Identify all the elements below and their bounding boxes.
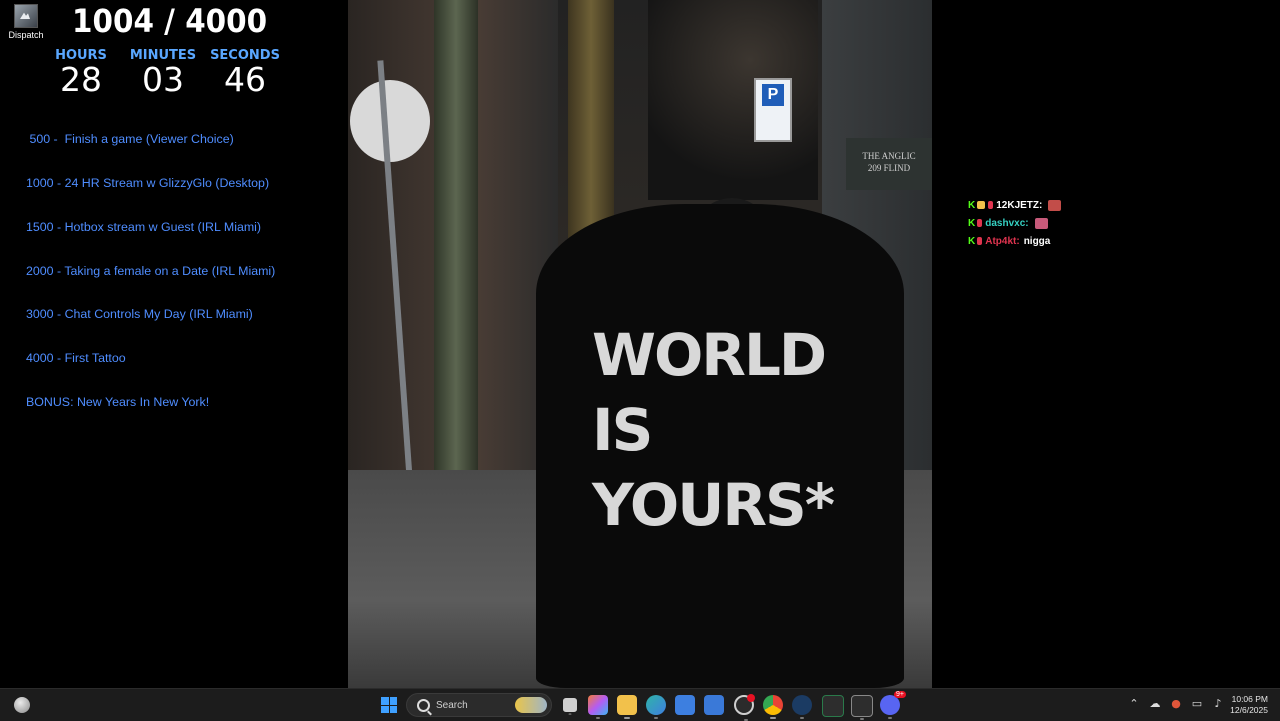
building-sign-line: THE ANGLIC — [862, 151, 916, 161]
sub-badge-icon — [977, 219, 983, 227]
timer-hours: HOURS 28 — [40, 48, 122, 97]
task-view-icon[interactable] — [563, 698, 577, 715]
parking-icon: P — [762, 84, 784, 106]
goal-item: 2000 - Taking a female on a Date (IRL Mi… — [26, 263, 276, 278]
sub-badge-icon — [988, 201, 994, 209]
chat-message: K dashvxc: — [968, 214, 1061, 232]
clock-date: 12/6/2025 — [1230, 705, 1268, 715]
building-sign-line: 209 FLIND — [867, 163, 911, 173]
search-icon — [417, 698, 430, 712]
kick-icon: K — [968, 217, 976, 229]
chat-username: 12KJETZ: — [996, 199, 1043, 211]
volume-icon[interactable]: ♪ — [1212, 698, 1224, 710]
goal-item: 500 - Finish a game (Viewer Choice) — [26, 132, 234, 147]
edge-icon[interactable] — [646, 695, 666, 719]
discord-icon[interactable]: 9+ — [880, 691, 906, 719]
network-icon[interactable]: ▭ — [1191, 698, 1203, 710]
steam-icon[interactable] — [792, 695, 812, 719]
kick-icon: K — [968, 235, 976, 247]
building-sign: THE ANGLIC 209 FLIND — [846, 138, 932, 190]
chat-message: K 12KJETZ: — [968, 196, 1062, 214]
chat-username: dashvxc: — [985, 217, 1029, 229]
timer-seconds-value: 46 — [224, 60, 266, 99]
hoodie-print-line: WORLD — [592, 321, 827, 389]
dispatch-app-icon — [14, 4, 38, 28]
goal-item: 3000 - Chat Controls My Day (IRL Miami) — [26, 307, 253, 322]
microphone-icon[interactable]: ● — [1170, 698, 1182, 710]
goal-list: 500 - Finish a game (Viewer Choice) 1000… — [26, 103, 275, 424]
windows-logo-icon — [389, 697, 397, 705]
timer-minutes-value: 03 — [142, 60, 184, 99]
stream-video: P THE ANGLIC 209 FLIND WORLD IS YOURS* — [348, 0, 932, 688]
start-button[interactable] — [381, 697, 397, 713]
desktop-icon-label: Dispatch — [8, 30, 44, 40]
sub-badge-icon — [977, 237, 983, 245]
goal-item: 1500 - Hotbox stream w Guest (IRL Miami) — [26, 219, 262, 234]
emote-icon — [1034, 217, 1048, 229]
goal-item: 1000 - 24 HR Stream w GlizzyGlo (Desktop… — [26, 175, 270, 190]
store-icon[interactable] — [675, 695, 695, 715]
onedrive-icon[interactable]: ☁ — [1149, 698, 1161, 710]
chat-username: Atp4kt: — [985, 235, 1020, 247]
desktop-icon-dispatch[interactable]: Dispatch — [6, 4, 46, 40]
discord-badge: 9+ — [894, 691, 906, 698]
tree-trunk — [434, 0, 478, 500]
chat-text: nigga — [1023, 235, 1051, 247]
windows-logo-icon — [381, 705, 389, 713]
notification-dot — [747, 694, 755, 702]
epic-games-icon[interactable] — [851, 695, 873, 720]
windows-logo-icon — [389, 705, 397, 713]
timer-hours-value: 28 — [60, 60, 102, 99]
parking-sign: P — [754, 78, 792, 142]
taskbar-clock[interactable]: 10:06 PM 12/6/2025 — [1230, 694, 1268, 716]
hoodie-print-line: IS — [592, 396, 653, 464]
system-tray: ⌃ ☁ ● ▭ ♪ — [1128, 698, 1224, 710]
chevron-up-icon[interactable]: ⌃ — [1128, 698, 1140, 710]
timer-minutes: MINUTES 03 — [122, 48, 204, 97]
hoodie-print-line: YOURS* — [592, 471, 835, 539]
xbox-icon[interactable] — [822, 695, 844, 717]
copilot-icon[interactable] — [588, 695, 608, 719]
chrome-icon[interactable] — [763, 695, 783, 719]
round-street-sign — [350, 80, 430, 162]
chat-overlay: K 12KJETZ: K dashvxc: K Atp4kt: nigga — [968, 196, 1062, 250]
goal-item: 4000 - First Tattoo — [26, 351, 126, 366]
taskbar-search[interactable]: Search — [406, 693, 552, 717]
mail-icon[interactable] — [704, 695, 724, 715]
clock-time: 10:06 PM — [1231, 694, 1268, 704]
taskbar: Search 9+ ⌃ ☁ ● ▭ ♪ 10:06 PM 12/6/2025 — [0, 688, 1280, 721]
search-highlight-icon — [515, 697, 547, 713]
emote-icon — [1048, 199, 1062, 211]
crown-badge-icon — [977, 201, 986, 209]
night-sky — [648, 0, 818, 200]
search-placeholder: Search — [436, 699, 468, 711]
file-explorer-icon[interactable] — [617, 695, 637, 719]
clock-app-icon[interactable] — [734, 694, 755, 721]
timer-seconds: SECONDS 46 — [204, 48, 286, 97]
chat-message: K Atp4kt: nigga — [968, 232, 1061, 250]
goal-counter: 1004 / 4000 — [72, 2, 268, 40]
goal-item: BONUS: New Years In New York! — [26, 394, 210, 409]
widgets-icon[interactable] — [14, 697, 30, 713]
windows-logo-icon — [381, 697, 389, 705]
hoodie-print: WORLD IS YOURS* — [592, 318, 852, 543]
kick-icon: K — [968, 199, 976, 211]
stream-timer: HOURS 28 MINUTES 03 SECONDS 46 — [40, 48, 286, 97]
